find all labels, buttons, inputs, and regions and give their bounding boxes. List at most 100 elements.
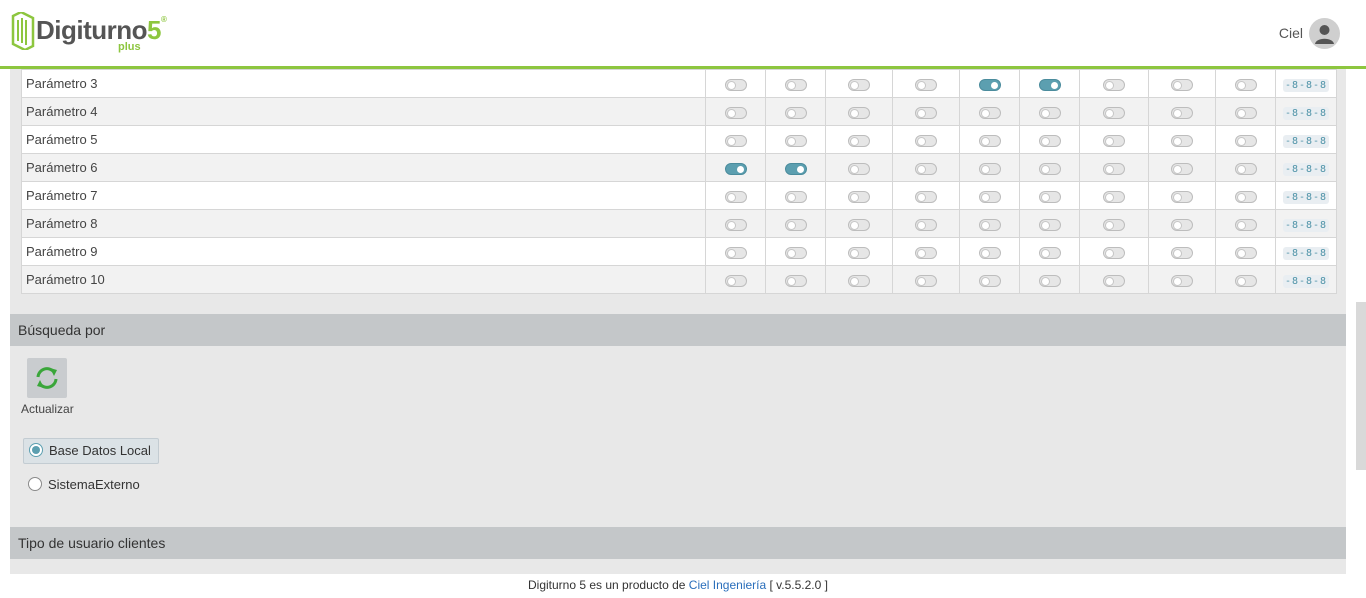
toggle-switch[interactable] <box>1171 106 1193 119</box>
toggle-switch[interactable] <box>915 218 937 231</box>
toggle-switch[interactable] <box>915 134 937 147</box>
toggle-switch[interactable] <box>1171 162 1193 175</box>
toggle-switch[interactable] <box>1038 246 1061 259</box>
toggle-cell <box>892 209 960 238</box>
toggle-switch[interactable] <box>1234 274 1257 287</box>
radio-checked-icon[interactable] <box>29 443 43 457</box>
user-avatar-icon[interactable] <box>1309 18 1340 49</box>
toggle-switch[interactable] <box>724 106 747 119</box>
toggle-switch[interactable] <box>1103 134 1125 147</box>
toggle-switch[interactable] <box>1103 190 1125 203</box>
toggle-switch[interactable] <box>784 162 807 175</box>
toggle-cell <box>1215 237 1276 266</box>
toggle-switch[interactable] <box>1038 134 1061 147</box>
toggle-switch[interactable] <box>848 218 870 231</box>
hierarchy-icon[interactable]: -8-8-8 <box>1282 162 1330 176</box>
toggle-switch[interactable] <box>1171 246 1193 259</box>
page-scrollbar[interactable] <box>1356 302 1366 470</box>
toggle-switch[interactable] <box>724 218 747 231</box>
toggle-switch[interactable] <box>915 246 937 259</box>
toggle-switch[interactable] <box>848 274 870 287</box>
toggle-switch[interactable] <box>978 190 1001 203</box>
hierarchy-icon[interactable]: -8-8-8 <box>1282 218 1330 232</box>
toggle-switch[interactable] <box>915 274 937 287</box>
refresh-button[interactable] <box>27 358 67 398</box>
hierarchy-icon[interactable]: -8-8-8 <box>1282 134 1330 148</box>
toggle-switch[interactable] <box>1234 246 1257 259</box>
toggle-switch[interactable] <box>1234 162 1257 175</box>
toggle-switch[interactable] <box>848 190 870 203</box>
radio-unchecked-icon[interactable] <box>28 477 42 491</box>
radio-sistema-externo[interactable]: SistemaExterno <box>23 473 163 497</box>
actions-cell: -8-8-8 <box>1275 265 1337 294</box>
toggle-switch[interactable] <box>784 274 807 287</box>
toggle-switch[interactable] <box>1103 106 1125 119</box>
toggle-switch[interactable] <box>1038 274 1061 287</box>
toggle-switch[interactable] <box>724 190 747 203</box>
toggle-cell <box>825 69 893 98</box>
hierarchy-icon[interactable]: -8-8-8 <box>1282 106 1330 120</box>
toggle-switch[interactable] <box>1038 106 1061 119</box>
toggle-switch[interactable] <box>978 106 1001 119</box>
toggle-switch[interactable] <box>1171 218 1193 231</box>
toggle-switch[interactable] <box>784 218 807 231</box>
toggle-switch[interactable] <box>915 78 937 91</box>
toggle-switch[interactable] <box>1234 218 1257 231</box>
toggle-switch[interactable] <box>848 106 870 119</box>
toggle-switch[interactable] <box>978 134 1001 147</box>
tipo-usuario-panel-header[interactable]: Tipo de usuario clientes <box>10 527 1346 559</box>
toggle-switch[interactable] <box>978 274 1001 287</box>
toggle-switch[interactable] <box>1234 134 1257 147</box>
hierarchy-icon[interactable]: -8-8-8 <box>1282 274 1330 288</box>
toggle-switch[interactable] <box>784 190 807 203</box>
toggle-switch[interactable] <box>848 134 870 147</box>
toggle-cell <box>1079 181 1149 210</box>
toggle-switch[interactable] <box>784 134 807 147</box>
toggle-switch[interactable] <box>1103 246 1125 259</box>
toggle-switch[interactable] <box>724 78 747 91</box>
busqueda-panel-header[interactable]: Búsqueda por <box>10 314 1346 346</box>
toggle-switch[interactable] <box>1171 274 1193 287</box>
toggle-switch[interactable] <box>978 246 1001 259</box>
toggle-switch[interactable] <box>1234 78 1257 91</box>
footer-company-link[interactable]: Ciel Ingeniería <box>689 578 766 592</box>
toggle-switch[interactable] <box>848 162 870 175</box>
toggle-switch[interactable] <box>724 246 747 259</box>
param-row: Parámetro 7 -8-8-8 <box>21 181 1337 210</box>
toggle-switch[interactable] <box>1038 218 1061 231</box>
toggle-switch[interactable] <box>1038 190 1061 203</box>
toggle-switch[interactable] <box>1103 274 1125 287</box>
toggle-switch[interactable] <box>1038 78 1061 91</box>
toggle-switch[interactable] <box>724 274 747 287</box>
toggle-switch[interactable] <box>1171 78 1193 91</box>
toggle-switch[interactable] <box>1234 106 1257 119</box>
radio-label: SistemaExterno <box>48 477 140 492</box>
digiturno-logo[interactable]: Digiturno5® plus <box>11 12 181 56</box>
toggle-switch[interactable] <box>1103 162 1125 175</box>
toggle-switch[interactable] <box>1103 78 1125 91</box>
toggle-switch[interactable] <box>848 246 870 259</box>
user-name[interactable]: Ciel <box>1279 25 1303 41</box>
toggle-switch[interactable] <box>915 162 937 175</box>
toggle-switch[interactable] <box>724 134 747 147</box>
toggle-switch[interactable] <box>978 162 1001 175</box>
param-row: Parámetro 9 -8-8-8 <box>21 237 1337 266</box>
toggle-switch[interactable] <box>915 190 937 203</box>
toggle-switch[interactable] <box>1234 190 1257 203</box>
toggle-switch[interactable] <box>724 162 747 175</box>
toggle-switch[interactable] <box>1038 162 1061 175</box>
toggle-switch[interactable] <box>848 78 870 91</box>
toggle-switch[interactable] <box>784 78 807 91</box>
hierarchy-icon[interactable]: -8-8-8 <box>1282 190 1330 204</box>
toggle-switch[interactable] <box>784 106 807 119</box>
hierarchy-icon[interactable]: -8-8-8 <box>1282 246 1330 260</box>
toggle-switch[interactable] <box>1171 190 1193 203</box>
toggle-switch[interactable] <box>784 246 807 259</box>
toggle-switch[interactable] <box>915 106 937 119</box>
toggle-switch[interactable] <box>978 218 1001 231</box>
toggle-switch[interactable] <box>1171 134 1193 147</box>
toggle-switch[interactable] <box>978 78 1001 91</box>
toggle-switch[interactable] <box>1103 218 1125 231</box>
hierarchy-icon[interactable]: -8-8-8 <box>1282 78 1330 92</box>
radio-base-datos-local[interactable]: Base Datos Local <box>23 438 159 464</box>
